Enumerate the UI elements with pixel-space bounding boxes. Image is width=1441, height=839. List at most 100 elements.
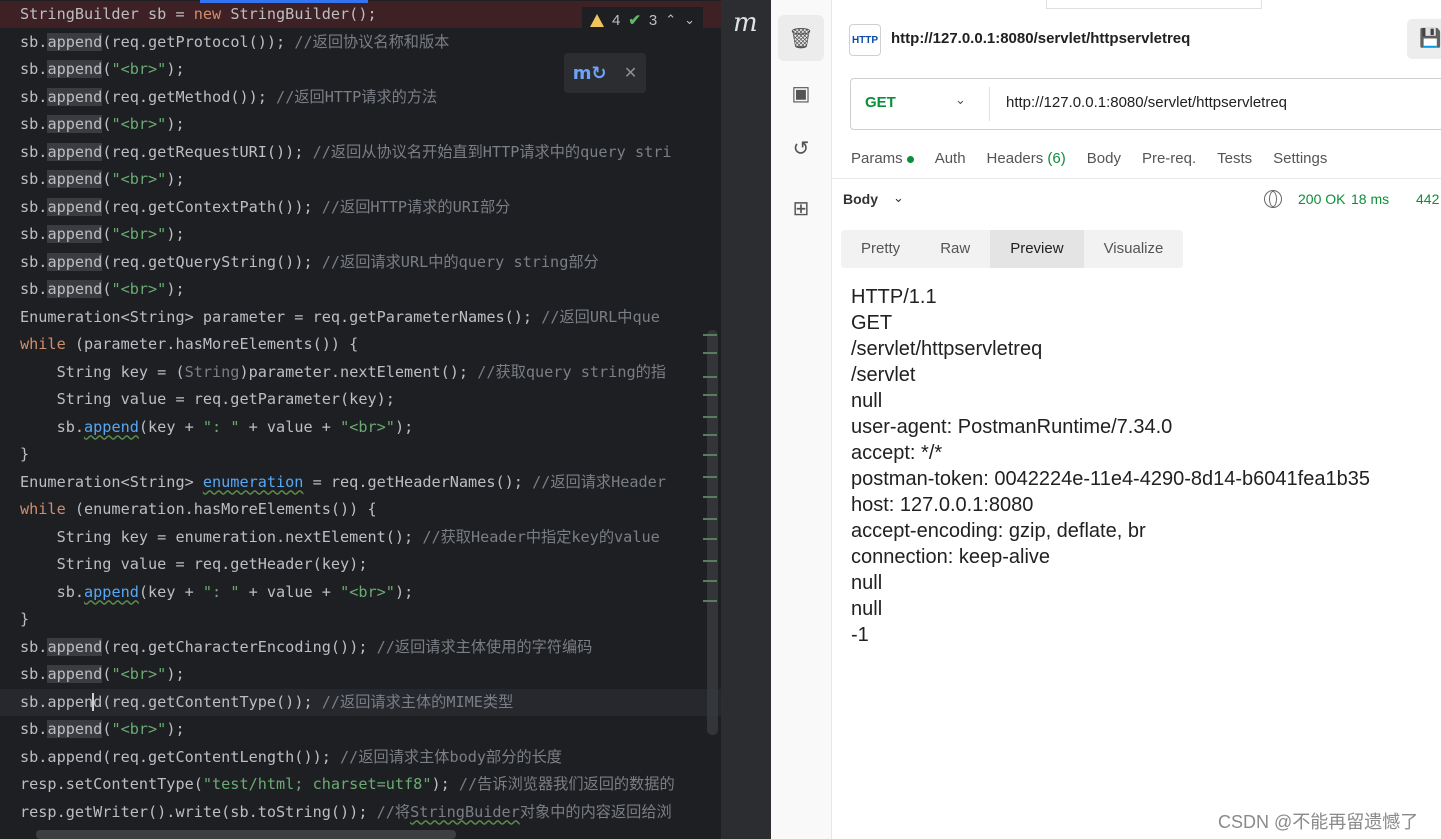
code-token: d(req.getContentType());: [93, 692, 322, 711]
collections-icon[interactable]: 🗑: [778, 15, 824, 61]
code-area[interactable]: StringBuilder sb = new StringBuilder(); s…: [0, 0, 721, 839]
globe-icon[interactable]: [1264, 190, 1282, 208]
maven-refresh-icon[interactable]: m↻: [573, 63, 607, 84]
code-token: );: [166, 225, 185, 243]
status-badge[interactable]: 200 OK: [1298, 191, 1345, 207]
code-line[interactable]: resp.setContentType("test/html; charset=…: [0, 771, 721, 798]
code-token: sb.: [20, 417, 85, 436]
preview-line: HTTP/1.1: [851, 286, 937, 308]
code-line[interactable]: }: [0, 441, 721, 468]
tab-params[interactable]: Params: [851, 150, 914, 167]
preview-line: accept: */*: [851, 442, 943, 464]
save-button[interactable]: 💾: [1407, 19, 1441, 59]
code-line[interactable]: sb.append(req.getContentLength()); //返回请…: [0, 744, 721, 771]
code-token: (req.getCharacterEncoding());: [102, 637, 377, 656]
http-request-icon: HTTP: [849, 24, 881, 56]
code-token: //返回协议名称和版本: [294, 32, 450, 51]
code-line[interactable]: }: [0, 606, 721, 633]
response-size[interactable]: 442: [1416, 191, 1439, 207]
tab-headers-label: Headers: [986, 150, 1044, 167]
code-line[interactable]: Enumeration<String> enumeration = req.ge…: [0, 469, 721, 496]
preview-line: GET: [851, 312, 893, 334]
apps-icon[interactable]: ⊞: [778, 185, 824, 231]
preview-line: /servlet: [851, 364, 916, 386]
preview-line: null: [851, 390, 883, 412]
preview-line: host: 127.0.0.1:8080: [851, 494, 1034, 516]
code-token: );: [394, 417, 414, 436]
code-token: "<br>": [340, 582, 395, 601]
chevron-up-icon[interactable]: ⌃: [665, 12, 676, 28]
request-title[interactable]: http://127.0.0.1:8080/servlet/httpservle…: [891, 30, 1190, 47]
code-line[interactable]: while (enumeration.hasMoreElements()) {: [0, 496, 721, 523]
tab-body[interactable]: Body: [1087, 150, 1121, 167]
code-line[interactable]: sb.append("<br>");: [0, 111, 721, 138]
code-token: Enumeration<String> parameter = req.getP…: [20, 307, 542, 326]
response-body-label[interactable]: Body: [843, 191, 878, 207]
url-input[interactable]: http://127.0.0.1:8080/servlet/httpservle…: [1006, 94, 1287, 111]
stripe-mark: [703, 496, 717, 498]
code-token: (req.getProtocol());: [102, 32, 295, 51]
tab-headers[interactable]: Headers (6): [987, 150, 1066, 167]
code-token: 对象中的内容返回给浏: [519, 802, 672, 821]
tab-preview[interactable]: Preview: [990, 230, 1084, 268]
code-token: //返回请求Header: [532, 472, 666, 491]
code-token: StringBuilder sb =: [20, 5, 194, 23]
method-select[interactable]: GET: [865, 94, 896, 111]
code-line[interactable]: sb.append(key + ": " + value + "<br>");: [0, 414, 721, 441]
horizontal-scrollbar[interactable]: [36, 830, 456, 839]
code-token: sb.: [20, 225, 48, 243]
weak-warning-count: 3: [648, 11, 658, 29]
history-icon[interactable]: ↺: [778, 125, 824, 171]
code-line[interactable]: sb.append(req.getCharacterEncoding()); /…: [0, 634, 721, 661]
tab-tests[interactable]: Tests: [1217, 150, 1252, 167]
code-editor[interactable]: StringBuilder sb = new StringBuilder(); s…: [0, 0, 721, 839]
code-token: "<br>": [111, 170, 167, 188]
code-line[interactable]: String value = req.getHeader(key);: [0, 551, 721, 578]
code-token: //将: [376, 802, 411, 821]
preview-line: accept-encoding: gzip, deflate, br: [851, 520, 1146, 542]
code-line[interactable]: sb.append("<br>");: [0, 276, 721, 303]
close-icon[interactable]: ✕: [624, 63, 637, 83]
code-line[interactable]: String key = enumeration.nextElement(); …: [0, 524, 721, 551]
code-line[interactable]: sb.append(key + ": " + value + "<br>");: [0, 579, 721, 606]
code-line[interactable]: sb.append(req.getQueryString()); //返回请求U…: [0, 249, 721, 276]
code-token: );: [166, 60, 185, 78]
chevron-down-icon[interactable]: ⌄: [893, 190, 904, 206]
code-line[interactable]: sb.append(req.getContentType()); //返回请求主…: [0, 688, 721, 716]
code-line[interactable]: sb.append(req.getRequestURI()); //返回从协议名…: [0, 139, 721, 166]
code-token: while: [20, 500, 66, 518]
code-token: (key +: [138, 417, 203, 436]
maven-tool-label[interactable]: m: [733, 8, 758, 38]
tab-raw[interactable]: Raw: [920, 230, 990, 268]
code-token: append: [84, 582, 139, 601]
code-token: append: [47, 280, 103, 298]
code-line[interactable]: sb.append("<br>");: [0, 661, 721, 688]
inspection-widget[interactable]: 4 ✔ 3 ⌃ ⌄: [582, 7, 704, 33]
code-line[interactable]: String value = req.getParameter(key);: [0, 386, 721, 413]
code-line[interactable]: resp.getWriter().write(sb.toString()); /…: [0, 799, 721, 826]
response-time[interactable]: 18 ms: [1351, 191, 1389, 207]
chevron-down-icon[interactable]: ⌄: [955, 92, 966, 108]
code-line[interactable]: Enumeration<String> parameter = req.getP…: [0, 304, 721, 331]
code-token: sb.: [20, 60, 48, 78]
code-token: "<br>": [111, 225, 167, 243]
tab-pretty[interactable]: Pretty: [841, 230, 920, 268]
chevron-down-icon[interactable]: ⌄: [684, 12, 695, 28]
code-line[interactable]: sb.append("<br>");: [0, 716, 721, 743]
code-token: sb.: [20, 280, 48, 298]
tab-params-label: Params: [851, 150, 903, 167]
tab-visualize[interactable]: Visualize: [1084, 230, 1184, 268]
code-token: }: [20, 445, 30, 463]
code-line[interactable]: sb.append(req.getContextPath()); //返回HTT…: [0, 194, 721, 221]
code-line[interactable]: String key = (String)parameter.nextEleme…: [0, 359, 721, 386]
tab-prereq[interactable]: Pre-req.: [1142, 150, 1196, 167]
code-line[interactable]: sb.append("<br>");: [0, 166, 721, 193]
stripe-mark: [703, 434, 717, 436]
tab-auth[interactable]: Auth: [935, 150, 966, 167]
code-line[interactable]: sb.append("<br>");: [0, 221, 721, 248]
code-line[interactable]: while (parameter.hasMoreElements()) {: [0, 331, 721, 358]
tab-settings[interactable]: Settings: [1273, 150, 1327, 167]
headers-count: (6): [1047, 150, 1066, 167]
code-token: //返回请求主体的MIME类型: [321, 692, 514, 711]
environments-icon[interactable]: ▣: [778, 70, 824, 116]
